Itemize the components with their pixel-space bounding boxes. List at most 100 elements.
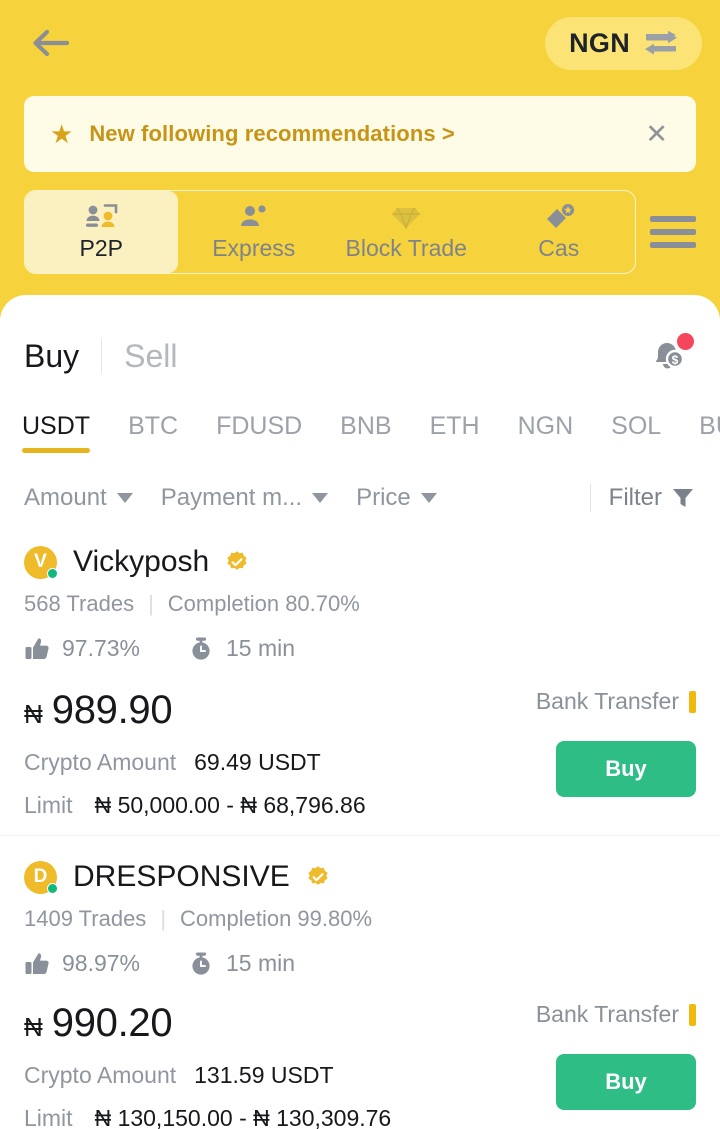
offer-actions: Bank Transfer Buy: [516, 688, 696, 797]
merchant-meta: 98.97% 15 min: [24, 950, 696, 977]
crypto-amount-row: Crypto Amount 69.49 USDT: [24, 749, 516, 776]
diamond-icon: [392, 207, 421, 230]
currency-label: NGN: [569, 28, 630, 58]
offer-card[interactable]: V Vickyposh 568 Trades | Completion 80.7…: [0, 521, 720, 836]
tab-express[interactable]: Express: [178, 191, 331, 273]
coin-tabs: USDT BTC FDUSD BNB ETH NGN SOL BUSD: [0, 387, 720, 453]
avatar: V: [24, 545, 58, 579]
payment-method-label: Bank Transfer: [535, 1001, 679, 1027]
filter-button[interactable]: Filter: [609, 484, 696, 512]
coin-tab-fdusd[interactable]: FDUSD: [216, 412, 302, 449]
crypto-amount-value: 131.59 USDT: [194, 1062, 334, 1088]
sell-tab[interactable]: Sell: [124, 338, 177, 375]
merchant-stats: 1409 Trades | Completion 99.80%: [24, 906, 696, 932]
release-time: 15 min: [188, 950, 295, 977]
positive-rate: 98.97%: [24, 950, 140, 977]
coin-tab-eth[interactable]: ETH: [430, 412, 480, 449]
limit-row: Limit ₦ 50,000.00 - ₦ 68,796.86: [24, 792, 516, 819]
avatar-letter: D: [33, 866, 48, 887]
verified-badge-icon: [227, 551, 247, 570]
stopwatch-icon: [192, 952, 210, 975]
tab-express-label: Express: [212, 234, 296, 261]
coin-tab-bnb[interactable]: BNB: [340, 412, 391, 449]
buy-sell-toggle: Buy Sell $: [0, 295, 720, 387]
divider: [589, 484, 591, 512]
payment-method-label: Bank Transfer: [535, 688, 679, 714]
positive-rate-value: 97.73%: [62, 635, 141, 661]
payment-method-color-bar: [689, 690, 696, 713]
tab-block-trade[interactable]: Block Trade: [330, 191, 483, 273]
filter-payment-method[interactable]: Payment m...: [160, 484, 329, 512]
merchant-trades: 1409 Trades: [24, 906, 147, 931]
tab-p2p-label: P2P: [79, 234, 123, 261]
coin-tab-usdt[interactable]: USDT: [22, 412, 91, 453]
filter-price[interactable]: Price: [356, 484, 437, 512]
coin-tab-busd[interactable]: BUSD: [699, 412, 720, 449]
express-user-icon: [240, 204, 266, 226]
release-time-value: 15 min: [226, 950, 296, 976]
merchant-header[interactable]: V Vickyposh: [24, 545, 696, 579]
online-status-dot: [47, 567, 58, 579]
stopwatch-icon: [192, 637, 210, 660]
close-icon[interactable]: ✕: [643, 120, 670, 148]
merchant-completion: Completion 99.80%: [180, 906, 373, 931]
limit-value: ₦ 50,000.00 - ₦ 68,796.86: [94, 792, 366, 818]
online-status-dot: [47, 882, 58, 894]
merchant-name: Vickyposh: [73, 545, 210, 578]
star-icon: ★: [50, 119, 74, 149]
currency-selector-button[interactable]: NGN: [545, 17, 702, 70]
limit-value: ₦ 130,150.00 - ₦ 130,309.76: [94, 1105, 392, 1129]
crypto-amount-label: Crypto Amount: [24, 1062, 177, 1088]
funnel-icon: [673, 489, 693, 507]
cash-tag-icon: [546, 203, 574, 228]
chevron-down-icon: [116, 493, 133, 503]
tab-cash[interactable]: Cas: [483, 191, 636, 273]
merchant-completion: Completion 80.70%: [167, 591, 360, 616]
divider: |: [160, 906, 167, 931]
limit-label: Limit: [24, 792, 73, 818]
verified-badge-icon: [308, 866, 328, 885]
recommendations-banner[interactable]: ★ New following recommendations > ✕: [24, 96, 696, 172]
offer-price: ₦ 990.20: [24, 1001, 516, 1046]
tab-p2p[interactable]: P2P: [25, 191, 178, 273]
chevron-down-icon: [312, 493, 329, 503]
positive-rate: 97.73%: [24, 635, 140, 662]
filter-payment-label: Payment m...: [160, 484, 303, 511]
tab-block-trade-label: Block Trade: [345, 234, 467, 261]
filter-amount[interactable]: Amount: [24, 484, 133, 512]
merchant-trades: 568 Trades: [24, 591, 135, 616]
payment-method: Bank Transfer: [536, 688, 696, 715]
coin-tab-btc[interactable]: BTC: [128, 412, 178, 449]
filter-row: Amount Payment m... Price Filter: [0, 449, 720, 521]
mode-tabs: P2P Express Block Trade Cas: [24, 190, 636, 274]
currency-symbol: ₦: [24, 1012, 43, 1042]
payment-method: Bank Transfer: [536, 1001, 696, 1028]
positive-rate-value: 98.97%: [62, 950, 141, 976]
merchant-stats: 568 Trades | Completion 80.70%: [24, 591, 696, 617]
thumbs-up-icon: [25, 952, 49, 974]
swap-arrows-icon: [645, 30, 677, 55]
divider: |: [148, 591, 154, 616]
notifications-button[interactable]: $: [642, 333, 696, 379]
offer-details: ₦ 989.90 Crypto Amount 69.49 USDT Limit …: [24, 688, 516, 819]
back-button[interactable]: [24, 16, 78, 70]
avatar-letter: V: [34, 551, 47, 572]
arrow-left-icon: [33, 29, 70, 57]
merchant-meta: 97.73% 15 min: [24, 635, 696, 662]
offer-card[interactable]: D DRESPONSIVE 1409 Trades | Completion 9…: [0, 836, 720, 1129]
offer-price-row: ₦ 990.20 Crypto Amount 131.59 USDT Limit…: [24, 1001, 696, 1129]
crypto-amount-value: 69.49 USDT: [194, 749, 321, 775]
avatar: D: [24, 860, 58, 894]
content-sheet: Buy Sell $ USDT BTC FDUSD BNB ETH NGN SO…: [0, 295, 720, 1129]
buy-button[interactable]: Buy: [556, 741, 696, 797]
price-value: 990.20: [51, 1001, 173, 1045]
offer-details: ₦ 990.20 Crypto Amount 131.59 USDT Limit…: [24, 1001, 516, 1129]
limit-row: Limit ₦ 130,150.00 - ₦ 130,309.76: [24, 1105, 516, 1129]
coin-tab-ngn[interactable]: NGN: [518, 412, 574, 449]
divider: [101, 339, 103, 373]
buy-button[interactable]: Buy: [556, 1054, 696, 1110]
hamburger-menu-icon[interactable]: [650, 209, 696, 255]
merchant-header[interactable]: D DRESPONSIVE: [24, 860, 696, 894]
coin-tab-sol[interactable]: SOL: [611, 412, 661, 449]
buy-tab[interactable]: Buy: [24, 338, 79, 375]
